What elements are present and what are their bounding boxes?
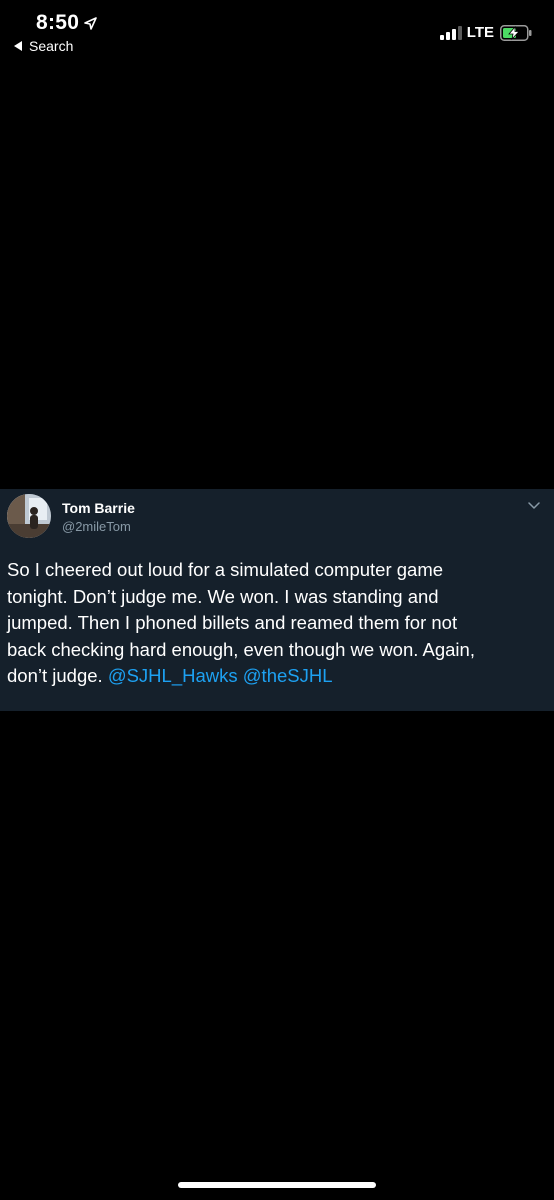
avatar-photo bbox=[7, 494, 51, 538]
network-type: LTE bbox=[466, 24, 494, 41]
tweet-author-name[interactable]: Tom Barrie bbox=[62, 500, 135, 516]
status-indicators: LTE bbox=[439, 24, 532, 41]
back-label: Search bbox=[29, 38, 74, 54]
mention-link[interactable]: @SJHL_Hawks bbox=[108, 665, 238, 686]
mention-link[interactable]: @theSJHL bbox=[243, 665, 333, 686]
tweet-text-line: jumped. Then I phoned billets and reamed… bbox=[7, 612, 458, 633]
tweet-text-line: tonight. Don’t judge me. We won. I was s… bbox=[7, 585, 439, 607]
chevron-down-icon[interactable] bbox=[528, 502, 540, 510]
back-caret-icon bbox=[14, 41, 22, 51]
status-bar: 8:50 Search LTE bbox=[0, 0, 554, 60]
avatar[interactable] bbox=[7, 494, 51, 538]
tweet-text-segment: don’t judge. bbox=[7, 665, 108, 686]
tweet-text-line: back checking hard enough, even though w… bbox=[7, 638, 475, 660]
tweet-author-handle[interactable]: @2mileTom bbox=[62, 519, 131, 534]
tweet-text: So I cheered out loud for a simulated co… bbox=[7, 557, 547, 690]
tweet-text-line-last: don’t judge. @SJHL_Hawks @theSJHL bbox=[7, 663, 547, 690]
tweet-text-line: So I cheered out loud for a simulated co… bbox=[7, 559, 444, 580]
time-group: 8:50 bbox=[36, 11, 98, 35]
battery-charging-icon bbox=[500, 24, 532, 41]
back-to-search-button[interactable]: Search bbox=[14, 38, 73, 54]
home-indicator[interactable] bbox=[178, 1182, 376, 1188]
status-time: 8:50 bbox=[36, 11, 80, 34]
signal-bars-icon bbox=[439, 25, 462, 40]
location-arrow-icon bbox=[84, 16, 98, 30]
